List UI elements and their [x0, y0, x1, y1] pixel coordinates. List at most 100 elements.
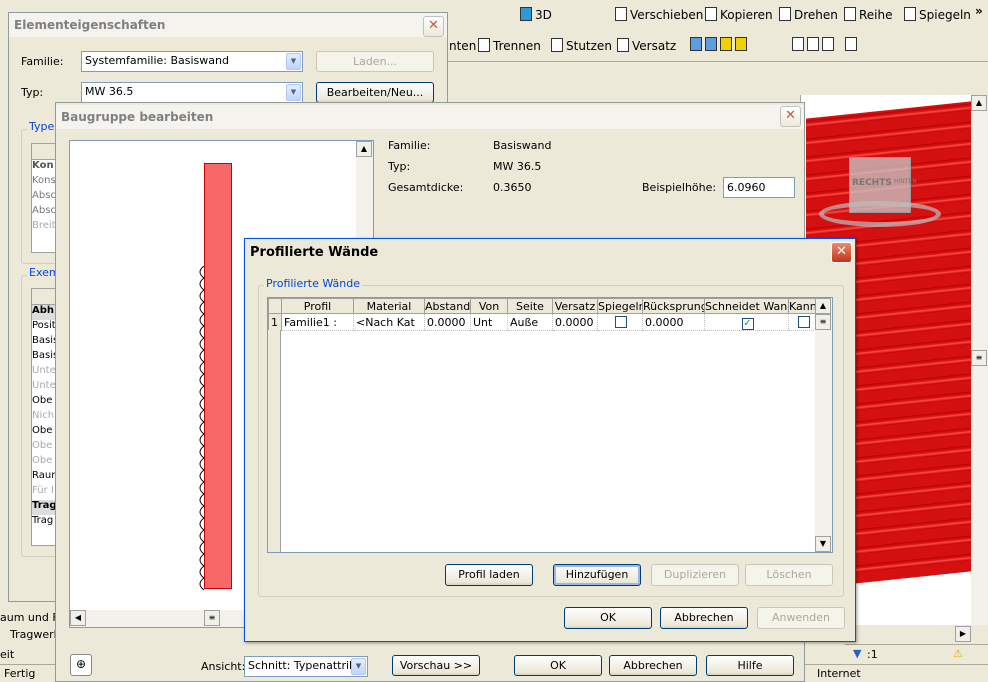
vorschau-button[interactable]: Vorschau >> — [392, 655, 480, 676]
schneidet-wand-checkbox[interactable]: ✓ — [741, 318, 754, 330]
close-button[interactable]: ✕ — [423, 16, 444, 37]
mirror-icon — [904, 7, 916, 21]
scroll-up-button[interactable]: ▲ — [815, 298, 831, 314]
toolbar-3d-button[interactable]: 3D — [520, 7, 552, 23]
stutzen-button[interactable]: Stutzen — [551, 38, 612, 54]
scroll-up-button[interactable]: ▲ — [356, 141, 372, 157]
loeschen-button[interactable]: Löschen — [745, 564, 833, 586]
scroll-down-button[interactable]: ▼ — [815, 536, 831, 552]
viewcube-label: RECHTS — [852, 178, 892, 188]
column-header[interactable]: Von — [470, 298, 508, 314]
chevron-down-icon[interactable]: ▼ — [286, 53, 301, 70]
hinzufuegen-button[interactable]: Hinzufügen — [553, 564, 641, 586]
typ-select[interactable]: MW 36.5 ▼ — [81, 82, 303, 103]
toolbar-overflow[interactable]: » — [975, 3, 983, 19]
scroll-thumb[interactable]: ≡ — [815, 314, 831, 330]
gesamtdicke-label: Gesamtdicke: — [388, 181, 464, 194]
material-cell[interactable]: <Nach Kat — [353, 313, 425, 331]
abstand-cell[interactable]: 0.0000 — [424, 313, 471, 331]
reihe-button[interactable]: Reihe — [844, 7, 893, 23]
ungroup-icon[interactable] — [705, 37, 717, 51]
row-num-header — [268, 298, 282, 314]
anwenden-button[interactable]: Anwenden — [757, 607, 845, 629]
scroll-up-button[interactable]: ▲ — [971, 95, 987, 111]
row-number: 1 — [268, 313, 282, 331]
duplizieren-button[interactable]: Duplizieren — [651, 564, 739, 586]
kann-cell — [788, 313, 817, 331]
link-icon[interactable] — [720, 37, 732, 51]
table-vscroll[interactable]: ▲ ≡ ▼ — [815, 298, 832, 552]
group-label: Profilierte Wände — [264, 277, 362, 290]
cube-icon — [520, 7, 532, 21]
ansicht-label: Ansicht: — [201, 660, 246, 673]
chevron-down-icon[interactable]: ▼ — [286, 84, 301, 101]
hilfe-button[interactable]: Hilfe — [706, 655, 794, 676]
abbrechen-button[interactable]: Abbrechen — [660, 607, 748, 629]
close-button[interactable]: ✕ — [780, 106, 801, 127]
scroll-thumb[interactable]: ≡ — [971, 350, 987, 366]
column-header[interactable]: Kann — [788, 298, 817, 314]
zoom-icon[interactable]: ⊕ — [70, 654, 92, 676]
familie-label: Familie: — [21, 55, 64, 68]
pin-icon[interactable] — [792, 37, 804, 51]
wall-section-preview — [204, 163, 232, 589]
table-row[interactable]: 1 Familie1 : <Nach Kat 0.0000 Unt Auße 0… — [268, 313, 817, 331]
laden-button[interactable]: Laden... — [316, 51, 434, 72]
familie-value: Basiswand — [493, 139, 552, 152]
spiegeln-button[interactable]: Spiegeln — [904, 7, 971, 23]
ok-button[interactable]: OK — [564, 607, 652, 629]
versatz-cell[interactable]: 0.0000 — [552, 313, 598, 331]
scroll-thumb[interactable]: ≡ — [204, 610, 220, 626]
kann-checkbox[interactable] — [797, 315, 810, 328]
seite-cell[interactable]: Auße — [507, 313, 553, 331]
bind-icon[interactable] — [735, 37, 747, 51]
bearbeiten-button[interactable]: Bearbeiten/Neu... — [316, 82, 434, 103]
toolbar-icon-group-2[interactable] — [792, 37, 892, 55]
column-header[interactable]: Abstand — [424, 298, 471, 314]
column-header[interactable]: Material — [353, 298, 425, 314]
column-header[interactable]: Profil — [281, 298, 354, 314]
profil-laden-button[interactable]: Profil laden — [445, 564, 533, 586]
viewcube-label-2: HINTEN — [894, 178, 917, 185]
view-vscroll[interactable]: ▲ ≡ — [971, 95, 988, 625]
scroll-right-button[interactable]: ▶ — [955, 626, 971, 642]
unpin-icon[interactable] — [807, 37, 819, 51]
profil-cell[interactable]: Familie1 : — [281, 313, 354, 331]
ansicht-select[interactable]: Schnitt: Typenattribu ▼ — [244, 656, 368, 677]
nten-button[interactable]: nten — [449, 38, 476, 54]
typ-label: Typ: — [388, 160, 411, 173]
column-header[interactable]: Seite — [507, 298, 553, 314]
bg-label-tragwerk: Tragwerk — [10, 628, 61, 641]
chevron-down-icon[interactable]: ▼ — [351, 658, 366, 675]
versatz-button[interactable]: Versatz — [617, 38, 676, 54]
column-header[interactable]: Versatz — [552, 298, 598, 314]
verschieben-button[interactable]: Verschieben — [615, 7, 703, 23]
scroll-left-button[interactable]: ◀ — [70, 610, 86, 626]
offset-icon — [617, 38, 629, 52]
beispielhoehe-input[interactable]: 6.0960 — [723, 177, 795, 198]
kopieren-button[interactable]: Kopieren — [705, 7, 773, 23]
filter-icon[interactable]: ▼ — [853, 647, 861, 660]
group-icon[interactable] — [690, 37, 702, 51]
trennen-button[interactable]: Trennen — [478, 38, 541, 54]
table-header: Profil Material Abstand Von Seite Versat… — [268, 298, 817, 314]
column-header[interactable]: Rücksprung — [642, 298, 705, 314]
ok-button[interactable]: OK — [514, 655, 602, 676]
close-button[interactable]: ✕ — [831, 242, 852, 263]
toolbar-icon-group[interactable] — [690, 37, 780, 55]
drehen-button[interactable]: Drehen — [779, 7, 838, 23]
split-icon — [478, 38, 490, 52]
profile-table[interactable]: Profil Material Abstand Von Seite Versat… — [267, 297, 833, 553]
column-header[interactable]: Schneidet Wand — [704, 298, 789, 314]
dialog-title: Elementeigenschaften — [9, 13, 447, 37]
warning-icon[interactable]: ⚠ — [953, 647, 963, 660]
familie-select[interactable]: Systemfamilie: Basiswand ▼ — [81, 51, 303, 72]
delete-icon[interactable] — [822, 37, 834, 51]
ruecksprung-cell[interactable]: 0.0000 — [642, 313, 705, 331]
von-cell[interactable]: Unt — [470, 313, 508, 331]
abbrechen-button[interactable]: Abbrechen — [609, 655, 697, 676]
filter-area: ▼ :1 ⚠ — [845, 644, 988, 664]
measure-icon[interactable] — [845, 37, 857, 51]
spiegeln-checkbox[interactable] — [615, 315, 627, 328]
column-header[interactable]: Spiegeln — [597, 298, 643, 314]
